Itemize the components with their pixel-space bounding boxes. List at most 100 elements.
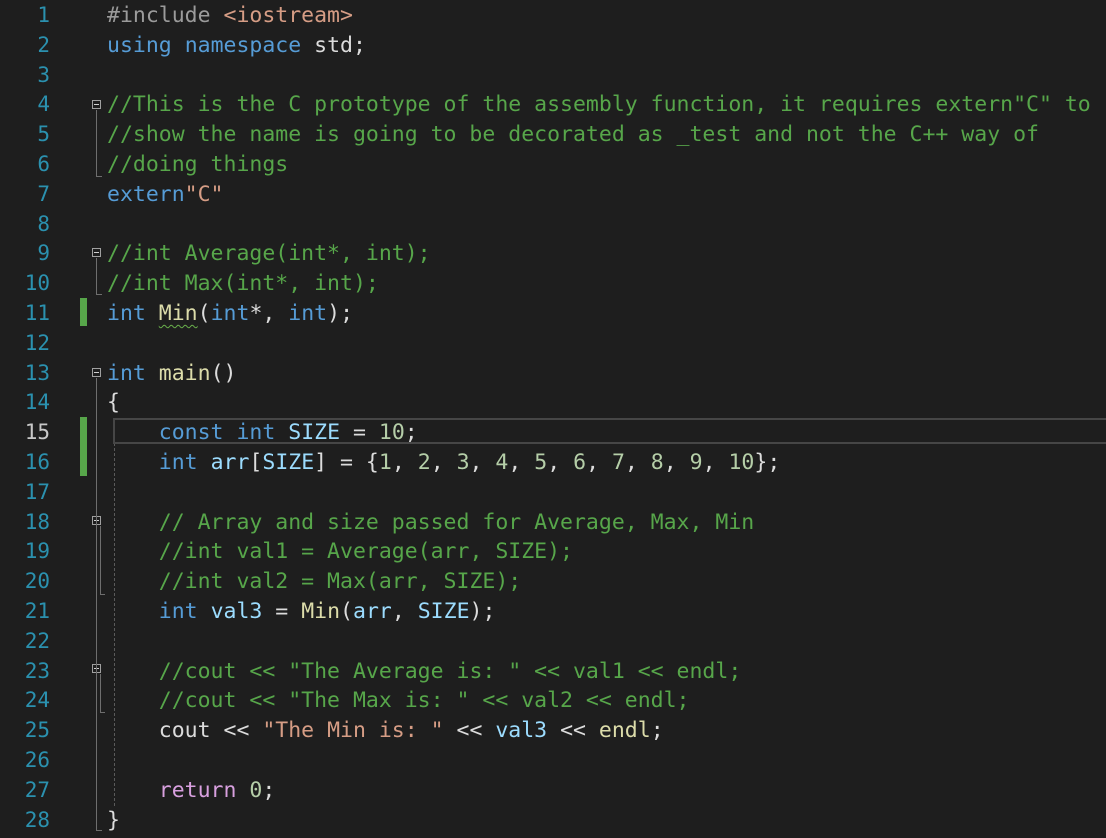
fold-guide (100, 674, 101, 712)
code-text[interactable]: //cout << "The Average is: " << val1 << … (107, 657, 741, 687)
code-text[interactable]: //show the name is going to be decorated… (107, 120, 1039, 150)
code-token: , (547, 450, 574, 475)
code-token: std; (301, 32, 366, 58)
code-token: //int Average(int*, int); (107, 241, 431, 267)
line-number: 16 (24, 450, 50, 474)
code-token: //cout << "The Average is: " << val1 << … (158, 658, 742, 684)
code-line[interactable]: 28} (0, 806, 1106, 836)
code-line[interactable]: 16 int arr[SIZE] = {1, 2, 3, 4, 5, 6, 7,… (0, 448, 1106, 478)
code-text[interactable]: int arr[SIZE] = {1, 2, 3, 4, 5, 6, 7, 8,… (107, 448, 780, 478)
code-token: int (158, 450, 198, 475)
code-text[interactable]: //int Average(int*, int); (107, 239, 431, 269)
code-line[interactable]: 27 return 0; (0, 776, 1106, 806)
fold-guide (96, 258, 97, 294)
code-token: , (663, 450, 690, 475)
code-text[interactable]: // Array and size passed for Average, Ma… (107, 508, 754, 538)
code-text[interactable]: int main() (107, 359, 236, 389)
code-line[interactable]: 21 int val3 = Min(arr, SIZE); (0, 597, 1106, 627)
code-token: }; (754, 450, 781, 475)
code-token: , (702, 450, 729, 475)
code-token: arr (353, 599, 392, 624)
code-text[interactable]: //doing things (107, 150, 288, 180)
code-text[interactable]: using namespace std; (107, 31, 366, 61)
line-number: 27 (24, 777, 50, 802)
code-line[interactable]: 26 (0, 746, 1106, 776)
code-token: //This is the C prototype of the assembl… (107, 92, 1091, 118)
line-number: 6 (37, 152, 50, 176)
code-text[interactable]: #include <iostream> (107, 1, 353, 31)
code-line[interactable]: 17 (0, 478, 1106, 508)
code-line[interactable]: 25 cout << "The Min is: " << val3 << end… (0, 716, 1106, 746)
line-number: 15 (24, 420, 50, 445)
line-number: 21 (24, 599, 50, 623)
collapse-minus-icon[interactable] (92, 248, 101, 257)
code-line[interactable]: 11 int Min(int*, int); (0, 299, 1106, 329)
line-number: 11 (24, 301, 50, 325)
code-line[interactable]: 19 //int val1 = Average(arr, SIZE); (0, 537, 1106, 567)
code-token: endl (598, 718, 651, 744)
code-token: #include (107, 3, 224, 28)
code-token: 5 (534, 450, 548, 475)
code-text[interactable]: //This is the C prototype of the assembl… (107, 90, 1091, 120)
code-token: 4 (495, 450, 509, 475)
collapse-minus-icon[interactable] (92, 368, 101, 377)
code-line[interactable]: 4 //This is the C prototype of the assemb… (0, 90, 1106, 120)
code-token: << (547, 718, 599, 744)
code-line[interactable]: 20 //int val2 = Max(arr, SIZE); (0, 567, 1106, 597)
code-token: //int val2 = Max(arr, SIZE); (158, 569, 522, 595)
code-token: ( (197, 301, 211, 326)
code-line[interactable]: 3 (0, 61, 1106, 91)
code-text[interactable]: return 0; (107, 776, 276, 806)
code-line[interactable]: 7 extern"C" (0, 180, 1106, 210)
code-token: ] = { (314, 450, 379, 475)
code-text[interactable]: cout << "The Min is: " << val3 << endl; (107, 716, 664, 746)
code-text[interactable]: //int Max(int*, int); (107, 269, 379, 299)
code-line[interactable]: 9 //int Average(int*, int); (0, 239, 1106, 269)
code-text[interactable]: int val3 = Min(arr, SIZE); (107, 597, 496, 627)
code-text[interactable]: //int val2 = Max(arr, SIZE); (107, 567, 521, 597)
code-line[interactable]: 5 //show the name is going to be decorate… (0, 120, 1106, 150)
code-line[interactable]: 23 //cout << "The Average is: " << val1 … (0, 657, 1106, 687)
code-line[interactable]: 24 //cout << "The Max is: " << val2 << e… (0, 686, 1106, 716)
code-token: val3 (210, 599, 263, 624)
code-token: *, (249, 301, 289, 326)
code-token: , (624, 450, 651, 475)
code-line[interactable]: 18 // Array and size passed for Average,… (0, 508, 1106, 538)
code-token: , (469, 450, 496, 475)
code-token: { (107, 390, 120, 416)
code-text[interactable]: { (107, 388, 120, 418)
fold-guide-end (100, 594, 105, 595)
code-text[interactable]: int Min(int*, int); (107, 299, 353, 329)
code-text[interactable]: //int val1 = Average(arr, SIZE); (107, 537, 573, 567)
code-token: 8 (650, 450, 664, 475)
code-text[interactable]: extern"C" (107, 180, 224, 210)
fold-guide (100, 526, 101, 594)
code-line[interactable]: 22 (0, 627, 1106, 657)
code-line[interactable]: 8 (0, 210, 1106, 240)
code-line[interactable]: 2 using namespace std; (0, 31, 1106, 61)
line-number: 4 (37, 92, 50, 117)
code-token: , (391, 599, 418, 624)
code-token: ; (650, 718, 664, 744)
code-token: () (210, 360, 237, 386)
code-token: //show the name is going to be decorated… (107, 122, 1039, 148)
code-line[interactable]: 10 //int Max(int*, int); (0, 269, 1106, 299)
code-token: main (158, 360, 211, 386)
fold-guide-end (96, 294, 102, 295)
code-token: , (586, 450, 612, 475)
code-line[interactable]: 1 #include <iostream> (0, 1, 1106, 31)
code-line[interactable]: 13 int main() (0, 359, 1106, 389)
fold-guide (96, 110, 97, 176)
code-text[interactable]: } (107, 806, 120, 836)
code-line[interactable]: 6 //doing things (0, 150, 1106, 180)
code-text[interactable]: //cout << "The Max is: " << val2 << endl… (107, 686, 690, 716)
code-editor[interactable]: 1 #include <iostream> 2 using namespace std… (0, 0, 1106, 838)
code-line[interactable]: 12 (0, 329, 1106, 359)
line-number: 25 (24, 718, 50, 743)
code-token: //doing things (107, 152, 289, 177)
code-token: ; (262, 777, 276, 803)
code-line[interactable]: 14 { (0, 388, 1106, 418)
line-number: 26 (24, 748, 50, 772)
collapse-minus-icon[interactable] (92, 100, 101, 109)
